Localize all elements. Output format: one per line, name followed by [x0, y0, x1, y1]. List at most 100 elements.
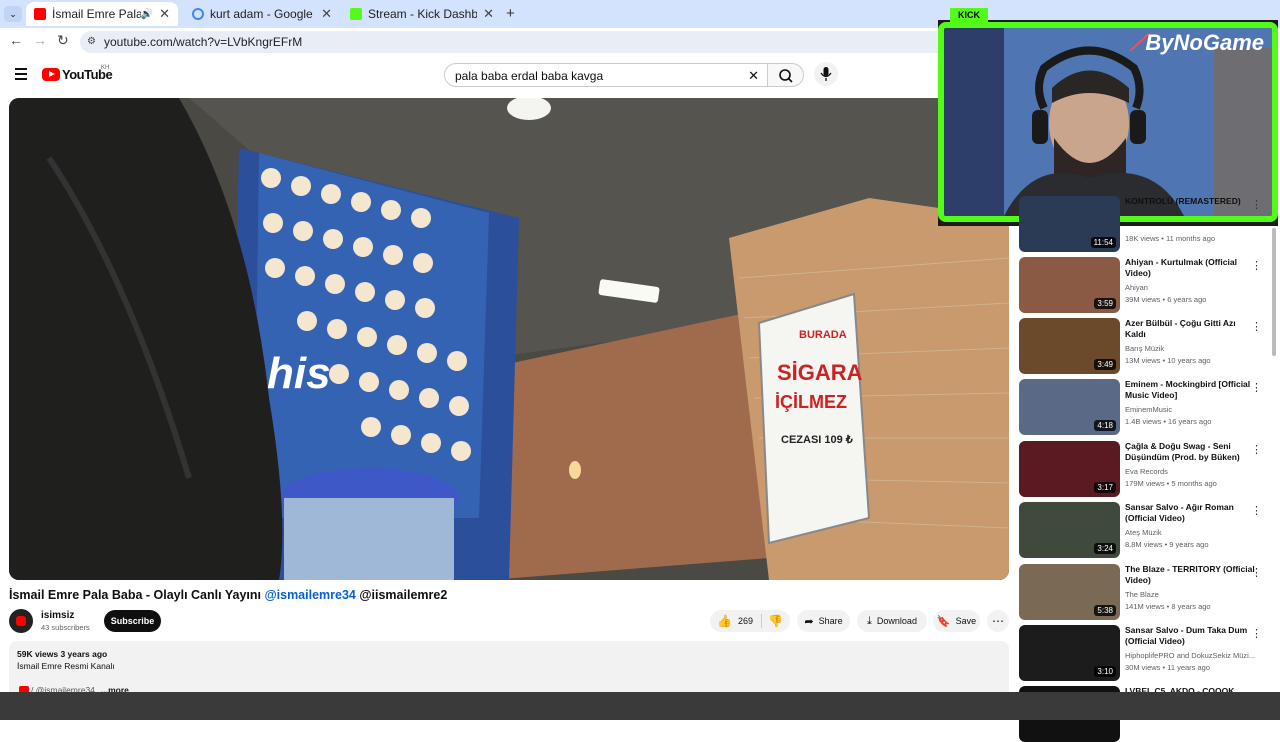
- video-thumbnail[interactable]: 3:49: [1019, 318, 1120, 374]
- more-vert-icon[interactable]: ⋮: [1251, 566, 1262, 579]
- channel-name[interactable]: Eva Records: [1125, 467, 1168, 476]
- recommended-video[interactable]: 3:10 Sansar Salvo - Dum Taka Dum (Officia…: [1019, 625, 1271, 681]
- video-frame: his BURADA SİGARA İÇİLMEZ CEZASI 109 ₺: [9, 98, 1009, 580]
- video-thumbnail[interactable]: 4:18: [1019, 379, 1120, 435]
- search-query: pala baba erdal baba kavga: [455, 69, 604, 83]
- more-vert-icon[interactable]: ⋮: [1251, 627, 1262, 640]
- tab-youtube[interactable]: İsmail Emre Pala Baba - Ola 🔊 ✕: [26, 2, 178, 26]
- share-button[interactable]: ➦ Share: [797, 610, 850, 632]
- tab-google[interactable]: kurt adam - Google Search ✕: [184, 2, 340, 26]
- youtube-logo-icon[interactable]: [42, 68, 60, 81]
- channel-name[interactable]: Ahiyan: [1125, 283, 1148, 292]
- youtube-icon: [34, 8, 46, 20]
- save-button[interactable]: 🔖 Save: [933, 610, 980, 632]
- channel-avatar[interactable]: [9, 609, 33, 633]
- tab-title: Stream - Kick Dashboard: [368, 7, 478, 21]
- reload-icon[interactable]: ↻: [57, 32, 69, 49]
- tab-kick[interactable]: Stream - Kick Dashboard ✕: [342, 2, 502, 26]
- download-label: Download: [876, 616, 917, 626]
- more-vert-icon[interactable]: ⋮: [1251, 320, 1262, 333]
- video-meta: 141M views • 8 years ago: [1125, 602, 1211, 611]
- url-text: youtube.com/watch?v=LVbKngrEFrM: [104, 35, 303, 49]
- overlay-brand: ByNoGame: [1145, 30, 1264, 55]
- recommended-video[interactable]: 3:49 Azer Bülbül - Çoğu Gitti Azı Kaldı Ba…: [1019, 318, 1271, 374]
- sign-line-1: BURADA: [799, 329, 847, 341]
- recommended-video[interactable]: 3:17 Çağla & Doğu Swag - Seni Düşündüm (P…: [1019, 441, 1271, 497]
- address-bar[interactable]: ⚙ youtube.com/watch?v=LVbKngrEFrM: [80, 31, 960, 53]
- like-count[interactable]: 269: [738, 616, 753, 626]
- share-icon: ➦: [804, 615, 814, 628]
- close-icon[interactable]: ✕: [159, 6, 170, 22]
- menu-icon[interactable]: [15, 68, 27, 80]
- subscribe-button[interactable]: Subscribe: [104, 610, 161, 632]
- channel-name[interactable]: The Blaze: [1125, 590, 1159, 599]
- search-button[interactable]: [768, 63, 804, 87]
- site-info-icon[interactable]: ⚙: [87, 31, 96, 53]
- more-vert-icon[interactable]: ⋮: [1251, 381, 1262, 394]
- video-title[interactable]: Azer Bülbül - Çoğu Gitti Azı Kaldı: [1125, 318, 1257, 340]
- save-label: Save: [955, 616, 977, 626]
- back-icon[interactable]: ←: [9, 32, 23, 48]
- video-thumbnail[interactable]: 3:10: [1019, 625, 1120, 681]
- scrollbar[interactable]: [1272, 228, 1276, 356]
- google-icon: [192, 8, 204, 20]
- more-vert-icon[interactable]: ⋮: [1251, 198, 1262, 211]
- channel-name[interactable]: Ateş Müzik: [1125, 528, 1162, 537]
- recommended-video[interactable]: 4:18 Eminem - Mockingbird [Official Music…: [1019, 379, 1271, 435]
- clear-search-icon[interactable]: ✕: [748, 64, 759, 88]
- new-tab-button[interactable]: +: [506, 5, 515, 22]
- recommended-video[interactable]: 3:59 Ahiyan - Kurtulmak (Official Video) A…: [1019, 257, 1271, 313]
- recommended-video[interactable]: 3:24 Sansar Salvo - Ağır Roman (Official …: [1019, 502, 1271, 558]
- recommended-video[interactable]: 11:54 KONTROLÜ (REMASTERED) 18K views • 11…: [1019, 196, 1271, 252]
- video-thumbnail[interactable]: 5:38: [1019, 564, 1120, 620]
- video-thumbnail[interactable]: 11:54: [1019, 196, 1120, 252]
- title-link[interactable]: @ismailemre34: [264, 588, 355, 602]
- video-player[interactable]: his BURADA SİGARA İÇİLMEZ CEZASI 109 ₺: [9, 98, 1009, 580]
- video-meta: 1.4B views • 16 years ago: [1125, 417, 1212, 426]
- video-title[interactable]: KONTROLÜ (REMASTERED): [1125, 196, 1257, 207]
- microphone-icon: [820, 67, 832, 81]
- duration-badge: 4:18: [1094, 420, 1116, 431]
- webcam-image: [944, 28, 1272, 216]
- bookmark-icon: 🔖: [936, 615, 951, 628]
- video-title[interactable]: Eminem - Mockingbird [Official Music Vid…: [1125, 379, 1257, 401]
- voice-search-button[interactable]: [814, 62, 838, 86]
- video-title[interactable]: The Blaze - TERRITORY (Official Video): [1125, 564, 1257, 586]
- channel-name[interactable]: isimsiz: [41, 610, 74, 621]
- search-input[interactable]: pala baba erdal baba kavga ✕: [444, 63, 768, 87]
- taskbar: [0, 692, 1280, 720]
- video-title[interactable]: Sansar Salvo - Dum Taka Dum (Official Vi…: [1125, 625, 1257, 647]
- duration-badge: 3:24: [1094, 543, 1116, 554]
- more-vert-icon[interactable]: ⋮: [1251, 259, 1262, 272]
- video-thumbnail[interactable]: 3:17: [1019, 441, 1120, 497]
- video-thumbnail[interactable]: 3:24: [1019, 502, 1120, 558]
- channel-name[interactable]: HiphoplifePRO and DokuzSekiz Müzi...: [1125, 651, 1255, 660]
- share-label: Share: [818, 616, 843, 626]
- channel-name[interactable]: EminemMusic: [1125, 405, 1172, 414]
- video-meta: 179M views • 5 months ago: [1125, 479, 1217, 488]
- sign-line-2: SİGARA: [777, 360, 863, 385]
- forward-icon[interactable]: →: [33, 32, 47, 48]
- more-actions-button[interactable]: ⋯: [987, 610, 1009, 632]
- dislike-icon[interactable]: 👎: [768, 614, 783, 628]
- speaker-icon[interactable]: 🔊: [141, 9, 153, 20]
- duration-badge: 3:49: [1094, 359, 1116, 370]
- like-icon[interactable]: 👍: [717, 614, 732, 628]
- stand-brand-text: his: [267, 349, 331, 398]
- more-vert-icon[interactable]: ⋮: [1251, 443, 1262, 456]
- more-vert-icon[interactable]: ⋮: [1251, 504, 1262, 517]
- video-thumbnail[interactable]: 3:59: [1019, 257, 1120, 313]
- video-title[interactable]: Ahiyan - Kurtulmak (Official Video): [1125, 257, 1257, 279]
- channel-name[interactable]: Barış Müzik: [1125, 344, 1164, 353]
- close-icon[interactable]: ✕: [321, 6, 332, 22]
- bynogame-icon: ⟋: [1130, 30, 1146, 55]
- video-title[interactable]: Çağla & Doğu Swag - Seni Düşündüm (Prod.…: [1125, 441, 1257, 463]
- video-title[interactable]: Sansar Salvo - Ağır Roman (Official Vide…: [1125, 502, 1257, 524]
- bynogame-logo: ⟋ByNoGame: [1130, 30, 1264, 56]
- close-icon[interactable]: ✕: [483, 6, 494, 22]
- download-button[interactable]: ⤓ Download: [857, 610, 927, 632]
- video-meta: 8.8M views • 9 years ago: [1125, 540, 1209, 549]
- recommended-video[interactable]: 5:38 The Blaze - TERRITORY (Official Vide…: [1019, 564, 1271, 620]
- like-dislike-group: 👍 269 👎: [710, 610, 790, 632]
- tab-search-button[interactable]: ⌄: [4, 6, 22, 22]
